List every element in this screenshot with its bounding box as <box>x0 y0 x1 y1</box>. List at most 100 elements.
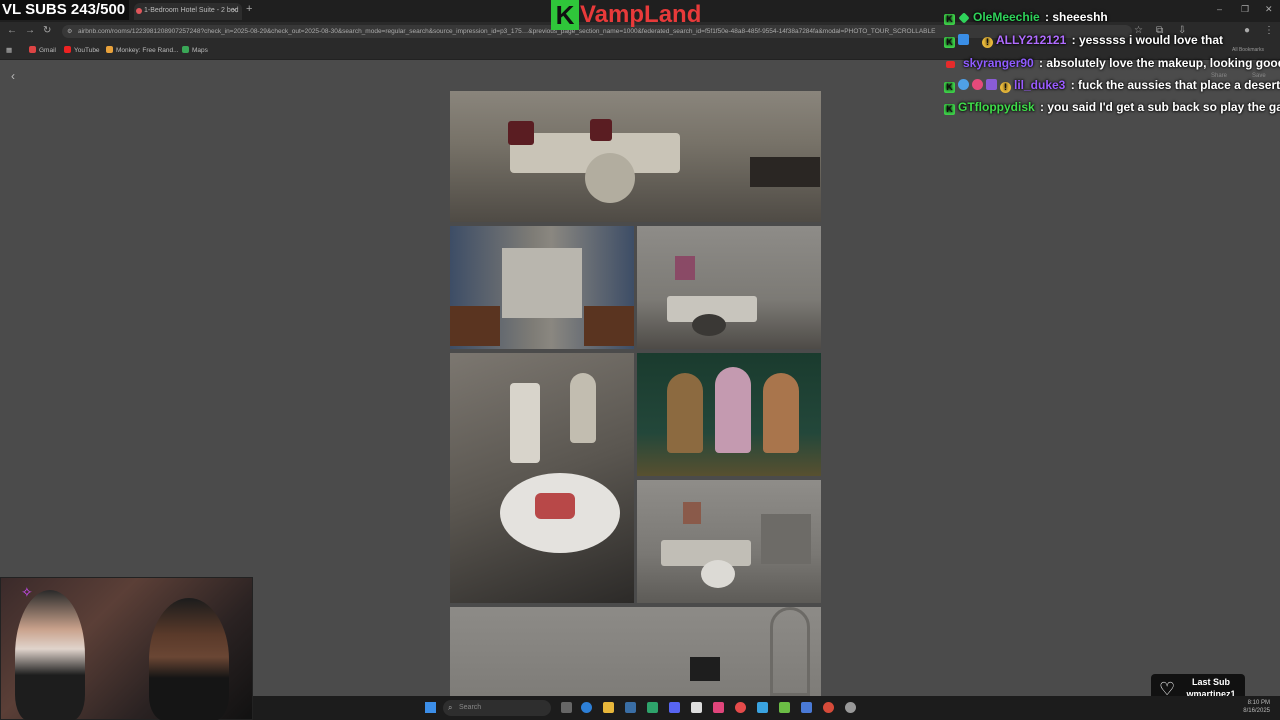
last-sub-title: Last Sub <box>1191 677 1230 687</box>
sub-goal-counter: VL SUBS 243/500 <box>0 0 130 20</box>
tab-title: 1-Bedroom Hotel Suite - 2 bed <box>144 7 239 14</box>
photo-milkshakes[interactable] <box>637 353 821 476</box>
chat-username: OleMeechie <box>973 10 1040 24</box>
dessert-shape <box>535 493 575 519</box>
chat-username: lil_duke3 <box>1014 78 1066 92</box>
photo-living-room[interactable] <box>450 91 821 222</box>
desk-left-shape <box>450 306 500 346</box>
sofa-shape <box>661 540 751 566</box>
forward-icon[interactable]: → <box>25 25 35 36</box>
archway-shape <box>770 607 810 696</box>
airbnb-favicon-icon <box>136 8 142 14</box>
windows-taskbar: ⌕ Search 8:10 PM 8/16/2025 <box>253 696 1280 720</box>
diamond-badge-icon <box>958 12 970 24</box>
youtube-icon <box>64 46 71 53</box>
chat-text: absolutely love the makeup, looking good <box>1046 56 1280 70</box>
edge-icon[interactable] <box>581 702 592 713</box>
app-icon[interactable] <box>801 702 812 713</box>
ottoman-shape <box>701 560 735 588</box>
coin-badge-icon: ! <box>1000 82 1011 93</box>
chat-text: fuck the aussies that place a desert <box>1078 78 1280 92</box>
chrome-active-icon[interactable] <box>823 702 834 713</box>
chat-message: skyranger90 : absolutely love the makeup… <box>944 56 1280 76</box>
settings-icon[interactable] <box>845 702 856 713</box>
clock-date: 8/16/2025 <box>1243 708 1270 714</box>
table-shape <box>692 314 726 336</box>
streamer-2-shape <box>149 598 229 720</box>
apps-grid-icon[interactable]: ▦ <box>6 46 12 54</box>
photo-suite-living[interactable] <box>637 480 821 603</box>
taskbar-clock[interactable]: 8:10 PM 8/16/2025 <box>1243 699 1270 715</box>
chat-text: sheeeshh <box>1052 10 1108 24</box>
reload-icon[interactable]: ↻ <box>43 25 51 36</box>
windows-start-icon[interactable] <box>425 702 436 713</box>
task-view-icon[interactable] <box>561 702 572 713</box>
chat-message: K! lil_duke3 : fuck the aussies that plac… <box>944 78 1280 98</box>
chat-username: skyranger90 <box>963 56 1034 70</box>
webcam-feed: ✧ <box>0 577 253 720</box>
sword-badge-icon <box>986 79 997 90</box>
obs-icon[interactable] <box>691 702 702 713</box>
wall-art-shape <box>675 256 695 280</box>
search-placeholder: Search <box>459 704 482 711</box>
xbox-icon[interactable] <box>779 702 790 713</box>
cushion-shape <box>590 119 612 141</box>
browser-tab[interactable]: 1-Bedroom Hotel Suite - 2 bed ✕ <box>134 3 242 20</box>
kick-badge-icon: K <box>944 14 955 25</box>
coin-badge-icon: ! <box>982 37 993 48</box>
youtube-badge-icon <box>946 61 955 68</box>
chat-message: K! ALLY212121 : yesssss i would love that <box>944 33 1223 53</box>
logo-text: VampLand <box>580 1 702 28</box>
milkshake-2-shape <box>715 367 751 453</box>
photo-suite-lounge[interactable] <box>637 226 821 349</box>
cushion-shape <box>508 121 534 145</box>
site-info-icon[interactable]: ⚙ <box>67 28 72 35</box>
search-icon: ⌕ <box>448 703 453 712</box>
tv-shape <box>690 657 720 681</box>
bar-counter-shape <box>750 157 820 187</box>
bookmark-gmail[interactable]: Gmail <box>29 46 56 54</box>
kick-badge-icon: K <box>944 37 955 48</box>
photo-dessert-plate[interactable] <box>450 353 634 603</box>
app-icon[interactable] <box>647 702 658 713</box>
file-explorer-icon[interactable] <box>603 702 614 713</box>
clock-time: 8:10 PM <box>1247 700 1270 706</box>
close-tab-icon[interactable]: ✕ <box>231 6 238 15</box>
kick-badge-icon: K <box>944 104 955 115</box>
wall-art-shape <box>683 502 701 524</box>
steam-icon[interactable] <box>625 702 636 713</box>
photo-bedroom[interactable] <box>450 607 821 696</box>
taskbar-search-box[interactable]: ⌕ Search <box>443 700 551 716</box>
url-text: airbnb.com/rooms/1223981208907257248?che… <box>78 28 936 35</box>
app-icon[interactable] <box>757 702 768 713</box>
desk-right-shape <box>584 306 634 346</box>
streamer-1-shape <box>15 590 85 720</box>
bookmark-maps[interactable]: Maps <box>182 46 208 54</box>
star-badge-icon <box>958 79 969 90</box>
mirror-shape <box>502 248 582 318</box>
cup-shape <box>510 383 540 463</box>
kitchenette-shape <box>761 514 811 564</box>
chat-message: K GTfloppydisk : you said I'd get a sub b… <box>944 100 1280 120</box>
chat-overlay: K OleMeechie : sheeeshh K! ALLY212121 : ye… <box>944 0 1280 120</box>
back-arrow-icon[interactable]: ‹ <box>11 69 15 83</box>
new-tab-icon[interactable]: + <box>246 3 252 15</box>
bookmark-monkey[interactable]: Monkey: Free Rand... <box>106 46 179 54</box>
chat-message: K OleMeechie : sheeeshh <box>944 10 1108 30</box>
kick-logo-icon: K <box>551 0 579 30</box>
neon-sign-icon: ✧ <box>21 584 33 600</box>
kick-badge-icon: K <box>944 82 955 93</box>
chat-username: GTfloppydisk <box>958 100 1035 114</box>
vampland-logo: K VampLand <box>551 0 701 32</box>
ottoman-shape <box>585 153 635 203</box>
tiktok-icon[interactable] <box>713 702 724 713</box>
discord-icon[interactable] <box>669 702 680 713</box>
back-icon[interactable]: ← <box>7 25 17 36</box>
milkshake-3-shape <box>763 373 799 453</box>
monkey-icon <box>106 46 113 53</box>
photo-lobby[interactable] <box>450 226 634 349</box>
chrome-icon[interactable] <box>735 702 746 713</box>
bookmark-youtube[interactable]: YouTube <box>64 46 100 54</box>
chat-username: ALLY212121 <box>996 33 1067 47</box>
heart-badge-icon <box>972 79 983 90</box>
